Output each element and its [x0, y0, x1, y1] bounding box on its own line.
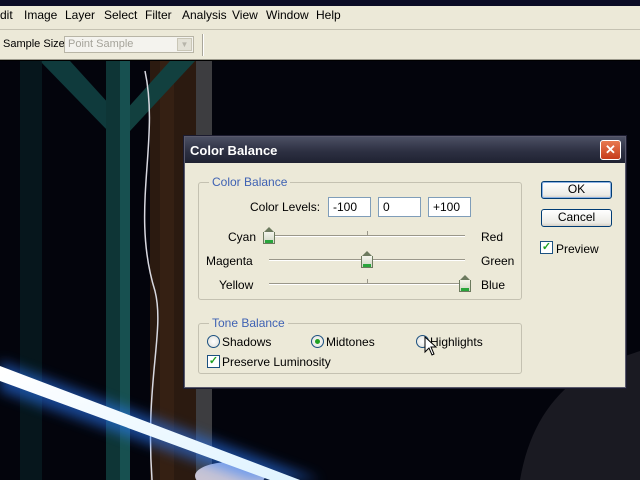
color-levels-label: Color Levels:: [250, 200, 321, 214]
chevron-down-icon[interactable]: ▼: [177, 38, 192, 51]
options-separator: [202, 34, 204, 56]
preview-label[interactable]: Preview: [556, 242, 599, 256]
cancel-button[interactable]: Cancel: [541, 209, 612, 227]
shadows-radio[interactable]: [207, 335, 220, 348]
color-balance-dialog: Color Balance ✕ Color Balance Color Leve…: [184, 136, 626, 388]
thumb-indicator: [265, 240, 273, 243]
tone-balance-group-title: Tone Balance: [209, 316, 288, 330]
color-level-magenta-green-field[interactable]: 0: [378, 197, 421, 217]
menu-layer[interactable]: Layer: [65, 8, 95, 22]
menu-window[interactable]: Window: [266, 8, 309, 22]
slider-center-tick: [367, 279, 368, 283]
thumb-indicator: [461, 288, 469, 291]
cyan-red-slider-thumb[interactable]: [263, 227, 275, 244]
yellow-blue-slider-thumb[interactable]: [459, 275, 471, 292]
menu-filter[interactable]: Filter: [145, 8, 172, 22]
preserve-luminosity-checkbox[interactable]: ✓: [207, 355, 220, 368]
sample-size-value: Point Sample: [68, 38, 134, 50]
sample-size-label: Sample Size:: [3, 38, 68, 50]
magenta-green-slider-thumb[interactable]: [361, 251, 373, 268]
menu-image[interactable]: Image: [24, 8, 57, 22]
green-label: Green: [481, 254, 515, 268]
menu-help[interactable]: Help: [316, 8, 341, 22]
menu-analysis[interactable]: Analysis: [182, 8, 227, 22]
red-label: Red: [481, 230, 504, 244]
menu-select[interactable]: Select: [104, 8, 137, 22]
preview-checkbox[interactable]: ✓: [540, 241, 553, 254]
preserve-luminosity-label[interactable]: Preserve Luminosity: [222, 355, 331, 369]
dialog-titlebar[interactable]: Color Balance ✕: [185, 137, 625, 163]
magenta-label: Magenta: [206, 254, 253, 268]
mouse-pointer-icon: [424, 336, 438, 356]
dialog-title: Color Balance: [190, 143, 278, 158]
ok-button[interactable]: OK: [541, 181, 612, 199]
blue-label: Blue: [481, 278, 506, 292]
window-title-strip: [0, 0, 640, 6]
menu-bar: dit Image Layer Select Filter Analysis V…: [0, 0, 640, 30]
close-button[interactable]: ✕: [600, 140, 621, 160]
color-balance-group-title: Color Balance: [209, 175, 291, 189]
thumb-indicator: [363, 264, 371, 267]
yellow-blue-slider-track[interactable]: [269, 283, 465, 285]
menu-edit[interactable]: dit: [0, 8, 13, 22]
midtones-radio[interactable]: [311, 335, 324, 348]
sample-size-select[interactable]: Point Sample ▼: [64, 36, 194, 53]
slider-center-tick: [367, 231, 368, 235]
cyan-red-slider-track[interactable]: [269, 235, 465, 237]
menu-view[interactable]: View: [232, 8, 258, 22]
color-level-cyan-red-field[interactable]: -100: [328, 197, 371, 217]
cyan-label: Cyan: [228, 230, 257, 244]
close-icon: ✕: [605, 142, 616, 157]
shadows-label[interactable]: Shadows: [222, 335, 271, 349]
color-level-yellow-blue-field[interactable]: +100: [428, 197, 471, 217]
yellow-label: Yellow: [219, 278, 254, 292]
midtones-label[interactable]: Midtones: [326, 335, 375, 349]
